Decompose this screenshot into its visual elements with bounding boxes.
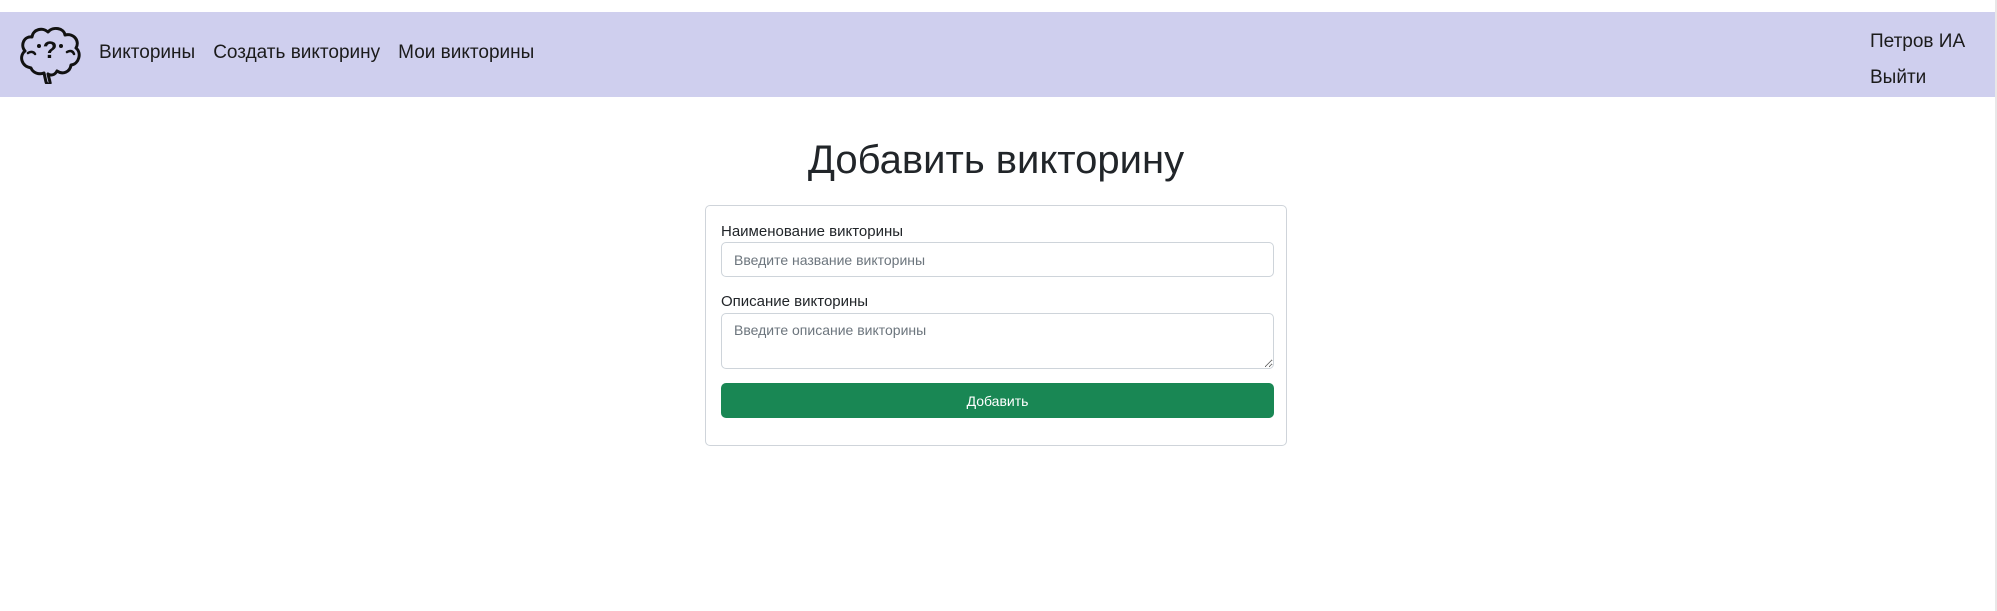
nav-link-my-quizzes[interactable]: Мои викторины	[398, 42, 534, 64]
quiz-description-textarea[interactable]	[721, 313, 1274, 369]
brain-question-icon[interactable]: ?	[17, 24, 83, 84]
add-quiz-form: Наименование викторины Описание викторин…	[705, 205, 1287, 446]
quiz-description-label: Описание викторины	[721, 293, 869, 310]
user-name: Петров ИА	[1870, 31, 1966, 52]
top-navbar: ? Викторины Создать викторину Мои виктор…	[0, 12, 1997, 97]
main-nav: Викторины Создать викторину Мои викторин…	[99, 42, 534, 64]
logout-link[interactable]: Выйти	[1870, 60, 1965, 96]
user-menu: Петров ИА Выйти	[1870, 24, 1965, 96]
nav-link-create-quiz[interactable]: Создать викторину	[213, 42, 380, 64]
page-title: Добавить викторину	[807, 138, 1185, 182]
svg-text:?: ?	[43, 37, 58, 64]
quiz-name-input[interactable]	[721, 242, 1274, 277]
quiz-name-label: Наименование викторины	[721, 223, 904, 240]
nav-link-quizzes[interactable]: Викторины	[99, 42, 195, 64]
add-button[interactable]: Добавить	[721, 383, 1274, 418]
